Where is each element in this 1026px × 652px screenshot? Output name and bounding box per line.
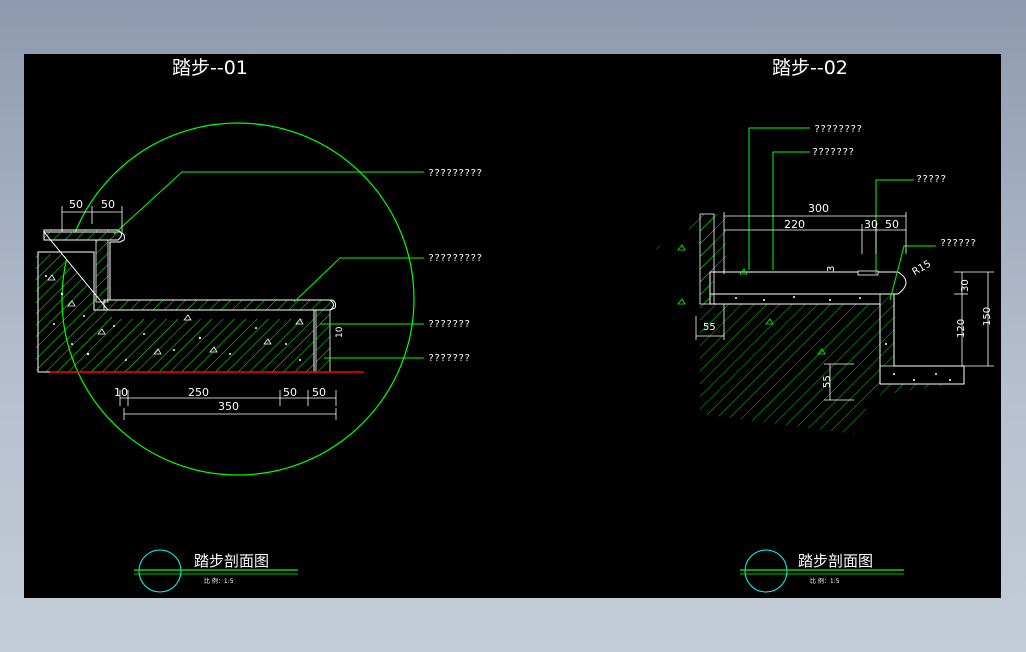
detail1-scale: 比 例：1:5 [204,577,234,585]
detail1-dim-b2: 250 [188,386,209,399]
detail1-leader-1: ????????? [428,168,482,179]
detail2-leader-4: ?????? [940,238,976,249]
detail2-dim-r120: 120 [956,319,967,338]
detail1-caption-block: 踏步剖面图 比 例：1:5 [134,549,298,593]
detail2-caption: 踏步剖面图 [798,552,873,570]
detail2-dim-50: 50 [885,218,899,231]
detail2-leader-1: ???????? [814,124,862,135]
detail-02: 踏步--02 ???????? ??????? ????? ?????? 300… [652,57,994,593]
detail1-title: 踏步--01 [172,57,248,79]
detail2-dim-r150: 150 [982,307,993,326]
detail2-dim-30: 30 [864,218,878,231]
detail1-dim-top-1: 50 [69,198,83,211]
detail2-dim-r30: 30 [960,279,971,292]
cad-viewport[interactable]: 踏步--01 ????????? ????????? ??????? ?????… [24,54,1001,598]
detail1-dim-b4: 50 [312,386,326,399]
detail2-dim-55-low: 55 [822,375,833,388]
detail1-dim-b3: 50 [283,386,297,399]
detail1-leader-4: ??????? [428,353,470,364]
detail2-section [652,213,965,434]
detail1-leader-3: ??????? [428,319,470,330]
detail1-clip-circle [61,122,415,476]
detail2-leader-3: ????? [916,174,946,185]
detail2-dim-3: 3 [826,266,837,272]
detail2-dim-300: 300 [808,202,829,215]
detail2-dim-55: 55 [703,322,716,333]
detail1-dim-top-2: 50 [101,198,115,211]
detail1-leader-2: ????????? [428,253,482,264]
detail2-dim-220: 220 [784,218,805,231]
detail1-section [36,229,364,373]
detail2-leader-2: ??????? [812,147,854,158]
detail1-dim-total: 350 [218,400,239,413]
detail2-title: 踏步--02 [772,57,848,79]
detail2-radius: R15 [911,259,934,278]
detail2-dims-top [723,212,907,274]
cad-drawing[interactable]: 踏步--01 ????????? ????????? ??????? ?????… [24,54,1001,598]
detail2-scale: 比 例：1:5 [810,577,840,585]
detail1-dim-b1: 10 [114,386,128,399]
detail-01: 踏步--01 ????????? ????????? ??????? ?????… [36,57,482,593]
detail2-caption-block: 踏步剖面图 比 例：1:5 [740,549,904,593]
detail1-caption: 踏步剖面图 [194,552,269,570]
detail1-dim-side: 10 [335,326,345,338]
